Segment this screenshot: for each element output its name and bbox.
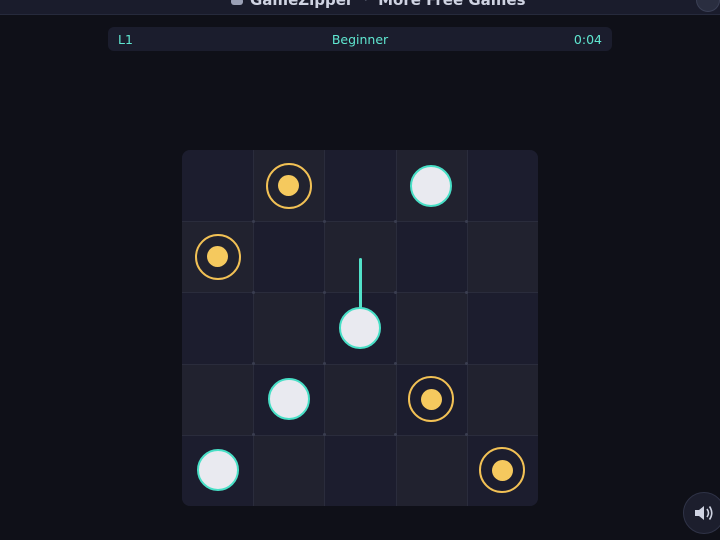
grid-node [322, 362, 326, 366]
target-core [491, 459, 513, 481]
grid-node [322, 290, 326, 294]
board-cell[interactable] [466, 292, 538, 364]
board-cell[interactable] [182, 292, 254, 364]
board-cell[interactable] [253, 434, 325, 506]
grid-node [394, 290, 398, 294]
board-cell[interactable] [466, 363, 538, 435]
sound-toggle-button[interactable] [683, 492, 720, 534]
more-games-link[interactable]: More Free Games [378, 0, 525, 9]
ball[interactable] [196, 449, 239, 492]
target-core [207, 246, 229, 268]
game-hud: L1 Beginner 0:04 [108, 27, 612, 51]
grid-line [466, 150, 468, 506]
board-cell[interactable] [324, 363, 396, 435]
grid-node [322, 219, 326, 223]
grid-node [251, 362, 255, 366]
grid-node [251, 290, 255, 294]
grid-line [395, 150, 397, 506]
board-cell[interactable] [182, 150, 254, 222]
ball[interactable] [339, 307, 381, 349]
grid-line [253, 150, 255, 506]
speaker-icon [695, 506, 713, 520]
brand-separator: · [363, 0, 369, 9]
target-core [420, 388, 442, 410]
board-cell[interactable] [395, 434, 467, 506]
menu-button[interactable] [696, 0, 720, 12]
board-cell[interactable] [395, 292, 467, 364]
grid-line [182, 363, 538, 365]
grid-line [324, 150, 326, 506]
board-cell[interactable] [324, 150, 396, 222]
board-cell[interactable] [395, 221, 467, 293]
target-hole [265, 162, 312, 209]
grid-node [394, 219, 398, 223]
game-board[interactable] [182, 150, 538, 506]
grid-line [182, 434, 538, 436]
gamepad-icon [231, 0, 243, 5]
brand[interactable]: GameZipper · More Free Games [230, 0, 526, 9]
board-cell[interactable] [253, 292, 325, 364]
ball[interactable] [267, 378, 310, 421]
board-cell[interactable] [253, 221, 325, 293]
top-navbar: GameZipper · More Free Games [0, 0, 720, 15]
ball[interactable] [410, 164, 453, 207]
grid-node [251, 219, 255, 223]
grid-line [182, 221, 538, 223]
timer: 0:04 [573, 32, 602, 47]
brand-name[interactable]: GameZipper [250, 0, 353, 9]
board-cell[interactable] [466, 150, 538, 222]
board-cell[interactable] [182, 363, 254, 435]
target-hole [194, 233, 241, 280]
board-cell[interactable] [466, 221, 538, 293]
target-core [278, 175, 300, 197]
difficulty-label: Beginner [331, 32, 389, 47]
board-cell[interactable] [324, 434, 396, 506]
